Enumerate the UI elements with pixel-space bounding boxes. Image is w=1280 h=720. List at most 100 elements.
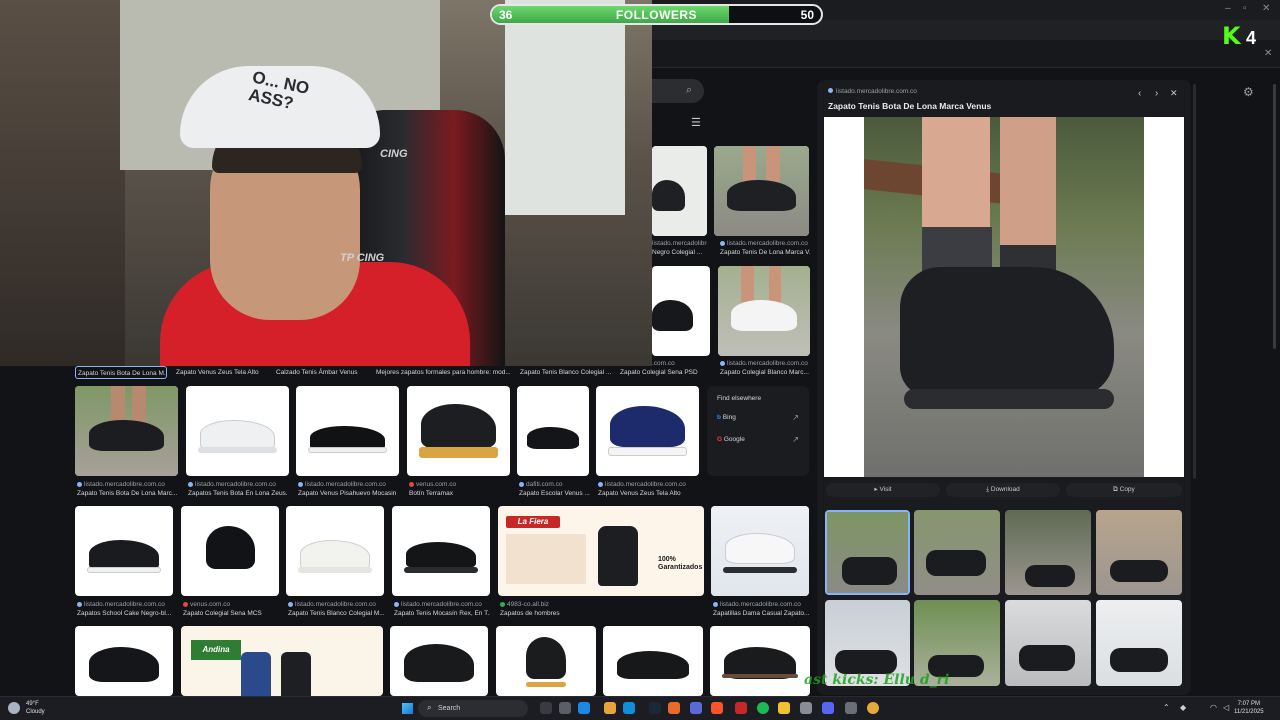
result-caption[interactable]: Zapato Tenis Bota De Lona Marc... (77, 490, 177, 497)
windows-start-icon[interactable] (402, 703, 413, 714)
google-link[interactable]: G Google (717, 436, 745, 443)
result-caption[interactable]: Zapatillas Dama Casual Zapato... (713, 610, 809, 617)
weather-widget[interactable]: 49°F Cloudy (26, 700, 45, 716)
image-result[interactable] (390, 626, 488, 696)
preview-source[interactable]: listado.mercadolibre.com.co (828, 88, 917, 95)
result-caption[interactable]: Zapato Escolar Venus ... (519, 490, 591, 497)
related-chip[interactable]: Zapato Venus Zeus Tela Alto (176, 366, 268, 379)
spotify-icon[interactable] (757, 702, 769, 714)
copy-button[interactable]: ⧉ Copy (1066, 483, 1182, 497)
app-icon[interactable] (559, 702, 571, 714)
previous-icon[interactable]: ‹ (1138, 88, 1141, 99)
image-result[interactable] (711, 506, 809, 596)
app-icon[interactable] (735, 702, 747, 714)
image-result[interactable] (75, 386, 178, 476)
taskbar-clock[interactable]: 7:07 PM 11/21/2025 (1234, 700, 1264, 716)
result-caption[interactable]: Zapato Tenis De Lona Marca V... (720, 249, 810, 256)
preview-image[interactable] (824, 117, 1184, 477)
related-chip[interactable]: Calzado Tenis Ámbar Venus (276, 366, 368, 379)
task-view-icon[interactable] (540, 702, 552, 714)
related-chip[interactable]: Zapato Tenis Blanco Colegial ... (520, 366, 612, 379)
related-image[interactable] (1096, 510, 1182, 595)
taskbar-search[interactable]: Search (418, 700, 528, 717)
image-result[interactable] (75, 626, 173, 696)
related-image-selected[interactable] (825, 510, 910, 595)
result-caption[interactable]: Zapato Colegial Blanco Marc... (720, 369, 810, 376)
image-result[interactable] (596, 386, 699, 476)
search-icon[interactable]: ⌕ (686, 84, 692, 97)
visit-button[interactable]: ▸ Visit (826, 483, 940, 497)
webcam-shelf (0, 0, 125, 366)
bing-link[interactable]: b Bing (717, 414, 736, 421)
result-caption[interactable]: Zapato Venus Pisahuevo Mocasin (298, 490, 398, 497)
image-result[interactable] (286, 506, 384, 596)
result-caption[interactable]: Zapato Colegial Sena MCS (183, 610, 279, 617)
download-button[interactable]: ⤓ Download (946, 483, 1060, 497)
result-caption[interactable]: Negro Colegial ... (652, 249, 707, 256)
related-chip[interactable]: Mejores zapatos formales para hombre: mo… (376, 366, 510, 379)
image-result[interactable] (407, 386, 510, 476)
ad-text-block (506, 534, 586, 584)
tray-app-icon[interactable]: ◆ (1180, 703, 1186, 712)
page-scrollbar[interactable] (1273, 84, 1276, 349)
brave-icon[interactable] (711, 702, 723, 714)
image-result[interactable] (652, 146, 707, 236)
related-image[interactable] (1005, 510, 1091, 595)
image-result[interactable] (392, 506, 490, 596)
minimize-icon[interactable]: – (1225, 3, 1231, 14)
obs-icon[interactable] (867, 702, 879, 714)
result-caption[interactable]: Zapatos School Cake Negro-bl... (77, 610, 173, 617)
image-result[interactable] (181, 506, 279, 596)
app-icon[interactable] (668, 702, 680, 714)
file-explorer-icon[interactable] (604, 702, 616, 714)
close-window-icon[interactable]: ✕ (1262, 3, 1270, 14)
related-image[interactable] (1096, 600, 1182, 686)
image-result[interactable] (517, 386, 589, 476)
ad-image-result[interactable]: Andina (181, 626, 383, 696)
image-result[interactable] (75, 506, 173, 596)
image-result[interactable] (186, 386, 289, 476)
close-preview-icon[interactable]: ✕ (1170, 88, 1178, 99)
related-chip[interactable]: Zapato Tenis Bota De Lona M... (75, 366, 167, 379)
steam-icon[interactable] (649, 702, 661, 714)
followers-label: FOLLOWERS (615, 8, 698, 22)
settings-gear-icon[interactable]: ⚙ (1243, 85, 1254, 99)
app-icon[interactable] (800, 702, 812, 714)
discord-icon[interactable] (822, 702, 834, 714)
result-caption[interactable]: Zapatos de hombres (500, 610, 600, 617)
preview-title[interactable]: Zapato Tenis Bota De Lona Marca Venus (828, 101, 991, 111)
app-icon[interactable] (845, 702, 857, 714)
edge-icon[interactable] (623, 702, 635, 714)
image-result[interactable] (652, 266, 710, 356)
app-icon[interactable] (578, 702, 590, 714)
result-caption[interactable]: Zapato Tenis Mocasín Rex, En T... (394, 610, 490, 617)
image-result[interactable] (496, 626, 596, 696)
close-tab-icon[interactable]: ✕ (1264, 48, 1272, 59)
related-chip[interactable]: Zapato Colegial Sena PSD (620, 366, 700, 379)
filter-icon[interactable]: ☰ (691, 116, 701, 129)
wifi-icon[interactable]: ◠ (1210, 703, 1217, 712)
preview-scrollbar[interactable] (1193, 84, 1196, 479)
result-caption[interactable]: Zapato Venus Zeus Tela Alto (598, 490, 698, 497)
bing-open-icon[interactable]: ↗ (792, 413, 799, 422)
image-result[interactable] (714, 146, 809, 236)
image-result[interactable] (710, 626, 810, 696)
search-box[interactable] (652, 79, 704, 103)
folder-icon[interactable] (778, 702, 790, 714)
volume-icon[interactable]: ◁ (1223, 703, 1229, 712)
related-image[interactable] (1005, 600, 1091, 686)
app-icon[interactable] (690, 702, 702, 714)
result-caption[interactable]: Zapatos Tenis Bota En Lona Zeus... (188, 490, 288, 497)
next-icon[interactable]: › (1155, 88, 1158, 99)
tray-chevron-icon[interactable]: ⌃ (1163, 703, 1170, 712)
result-caption[interactable]: Zapato Tenis Blanco Colegial M... (288, 610, 384, 617)
maximize-icon[interactable]: ▫ (1243, 3, 1247, 14)
image-result[interactable] (603, 626, 703, 696)
ad-image-result[interactable]: La Fiera 100% Garantizados (498, 506, 704, 596)
image-result[interactable] (718, 266, 810, 356)
result-source: venus.com.co (183, 601, 279, 608)
result-caption[interactable]: Botín Terramax (409, 490, 509, 497)
related-image[interactable] (914, 510, 1000, 595)
google-open-icon[interactable]: ↗ (792, 435, 799, 444)
image-result[interactable] (296, 386, 399, 476)
